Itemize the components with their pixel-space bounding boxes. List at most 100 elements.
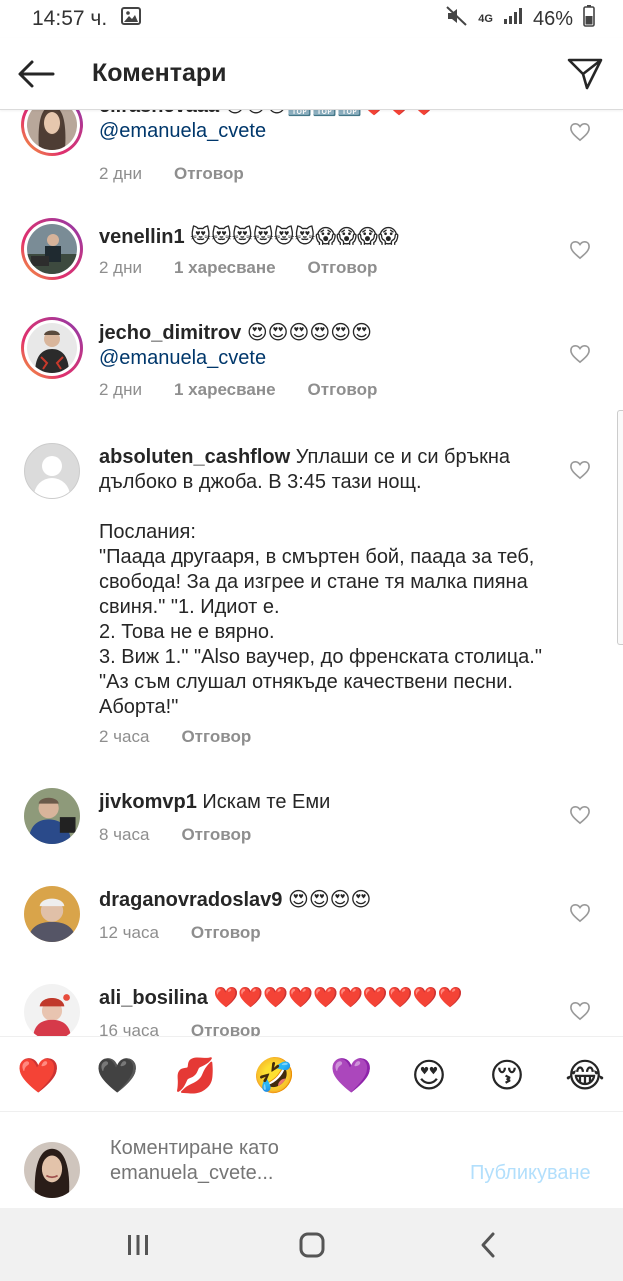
like-button[interactable]: [566, 340, 594, 368]
reply-button[interactable]: Отговор: [308, 258, 378, 278]
comment-time: 2 дни: [99, 164, 142, 183]
heart-outline-icon: [570, 805, 590, 825]
recent-apps-icon: [128, 1235, 148, 1255]
gallery-icon: [121, 7, 142, 31]
emoji-rofl[interactable]: 🤣: [253, 1055, 295, 1097]
emoji-purple-heart[interactable]: 💜: [330, 1055, 372, 1097]
avatar[interactable]: [21, 218, 83, 280]
status-bar: 14:57 ч. 4G 46%: [0, 0, 623, 38]
heart-outline-icon: [570, 1001, 590, 1021]
comment-username[interactable]: jecho_dimitrov: [99, 322, 241, 344]
like-button[interactable]: [566, 236, 594, 264]
recent-apps-button[interactable]: [120, 1230, 156, 1260]
likes-count[interactable]: 1 харесване: [174, 380, 276, 400]
emoji-quick-bar: ❤️ 🖤 💋 🤣 💜 😍 😚 😂: [0, 1036, 623, 1112]
emoji-joy[interactable]: 😂: [564, 1055, 606, 1097]
emoji-kiss-mark[interactable]: 💋: [174, 1055, 216, 1097]
avatar[interactable]: [21, 110, 83, 156]
comment-time: 16 часа: [99, 1021, 159, 1036]
like-button[interactable]: [566, 801, 594, 829]
comments-header: Коментари: [0, 38, 623, 110]
heart-outline-icon: [570, 122, 590, 142]
comment-body: 😍😍😍😍😍😍: [241, 322, 372, 344]
comment-time: 12 часа: [99, 923, 159, 942]
emoji-red-heart[interactable]: ❤️: [17, 1055, 59, 1097]
scroll-indicator[interactable]: [617, 410, 623, 645]
comment-time: 2 часа: [99, 727, 150, 746]
comment-text: draganovradoslav9 😍😍😍😍: [99, 888, 539, 913]
comment-input[interactable]: [110, 1136, 440, 1192]
comment-meta: 2 дни 1 харесване Отговор: [99, 380, 409, 400]
comment-item: venellin1 😻😻😻😻😻😻😱😱😱😱 2 дни 1 харесване О…: [0, 218, 623, 308]
page-title: Коментари: [92, 59, 227, 87]
comment-time: 8 часа: [99, 825, 150, 844]
comment-meta: 2 часа Отговор: [99, 727, 283, 747]
like-button[interactable]: [566, 456, 594, 484]
my-avatar: [24, 1142, 80, 1198]
network-type: 4G: [478, 13, 493, 25]
comment-username[interactable]: jivkomvp1: [99, 791, 197, 813]
comment-body: 😻😻😻🔝🔝🔝❤️❤️❤️: [219, 110, 437, 117]
signal-icon: [503, 7, 523, 31]
heart-outline-icon: [570, 460, 590, 480]
publish-button[interactable]: Публикуване: [470, 1162, 591, 1185]
comment-item: jivkomvp1 Искам те Еми 8 часа Отговор: [0, 788, 623, 868]
share-button[interactable]: [563, 52, 607, 96]
comment-item: ali_bosilina ❤️❤️❤️❤️❤️❤️❤️❤️❤️❤️ 16 час…: [0, 984, 623, 1036]
like-button[interactable]: [566, 997, 594, 1025]
reply-button[interactable]: Отговор: [191, 923, 261, 943]
comment-text: venellin1 😻😻😻😻😻😻😱😱😱😱: [99, 225, 539, 250]
avatar[interactable]: [24, 788, 80, 844]
comment-username[interactable]: absoluten_cashflow: [99, 446, 290, 468]
reply-button[interactable]: Отговор: [181, 727, 251, 747]
comment-username[interactable]: ellrasnevaaa: [99, 110, 219, 117]
home-icon: [299, 1232, 325, 1258]
reply-button[interactable]: Отговор: [308, 380, 378, 400]
reply-button[interactable]: Отговор: [174, 164, 244, 184]
battery-percent: 46%: [532, 7, 573, 30]
battery-icon: [583, 5, 595, 33]
comment-text: absoluten_cashflow Уплаши се и си бръкна…: [99, 445, 549, 720]
comment-username[interactable]: draganovradoslav9: [99, 889, 282, 911]
status-time: 14:57 ч.: [32, 7, 108, 30]
comment-meta: 2 дни Отговор: [99, 164, 276, 184]
emoji-kissing-closed-eyes[interactable]: 😚: [486, 1055, 528, 1097]
direct-send-icon: [567, 58, 603, 89]
comment-body: ❤️❤️❤️❤️❤️❤️❤️❤️❤️❤️: [207, 987, 463, 1009]
heart-outline-icon: [570, 240, 590, 260]
comment-text: jecho_dimitrov 😍😍😍😍😍😍 @emanuela_cvete: [99, 321, 539, 371]
comment-item: jecho_dimitrov 😍😍😍😍😍😍 @emanuela_cvete 2 …: [0, 317, 623, 417]
comment-item: draganovradoslav9 😍😍😍😍 12 часа Отговор: [0, 886, 623, 966]
comment-username[interactable]: venellin1: [99, 226, 185, 248]
comment-username[interactable]: ali_bosilina: [99, 987, 208, 1009]
comment-mention[interactable]: @emanuela_cvete: [99, 120, 266, 142]
avatar[interactable]: [24, 984, 80, 1036]
comment-meta: 16 часа Отговор: [99, 1021, 293, 1036]
comment-body: Уплаши се и си бръкна дълбоко в джоба. В…: [99, 446, 542, 718]
emoji-heart-eyes[interactable]: 😍: [408, 1055, 450, 1097]
comments-list[interactable]: ellrasnevaaa 😻😻😻🔝🔝🔝❤️❤️❤️ @emanuela_cvet…: [0, 110, 623, 1036]
comment-text: jivkomvp1 Искам те Еми: [99, 790, 539, 815]
system-back-button[interactable]: [470, 1230, 506, 1260]
comment-mention[interactable]: @emanuela_cvete: [99, 347, 266, 369]
like-button[interactable]: [566, 118, 594, 146]
reply-button[interactable]: Отговор: [181, 825, 251, 845]
like-button[interactable]: [566, 899, 594, 927]
reply-button[interactable]: Отговор: [191, 1021, 261, 1036]
back-button[interactable]: [16, 54, 56, 94]
comment-text: ellrasnevaaa 😻😻😻🔝🔝🔝❤️❤️❤️ @emanuela_cvet…: [99, 110, 539, 144]
avatar[interactable]: [24, 443, 80, 499]
avatar[interactable]: [24, 886, 80, 942]
comment-body: 😍😍😍😍: [282, 889, 372, 911]
back-arrow-icon: [18, 60, 55, 87]
comment-item: absoluten_cashflow Уплаши се и си бръкна…: [0, 443, 623, 763]
emoji-black-heart[interactable]: 🖤: [96, 1055, 138, 1097]
home-button[interactable]: [294, 1230, 330, 1260]
avatar[interactable]: [21, 317, 83, 379]
chevron-left-icon: [481, 1232, 495, 1258]
comment-meta: 8 часа Отговор: [99, 825, 283, 845]
system-nav-bar: [0, 1208, 623, 1281]
comment-meta: 2 дни 1 харесване Отговор: [99, 258, 409, 278]
comment-item: ellrasnevaaa 😻😻😻🔝🔝🔝❤️❤️❤️ @emanuela_cvet…: [0, 110, 623, 194]
likes-count[interactable]: 1 харесване: [174, 258, 276, 278]
